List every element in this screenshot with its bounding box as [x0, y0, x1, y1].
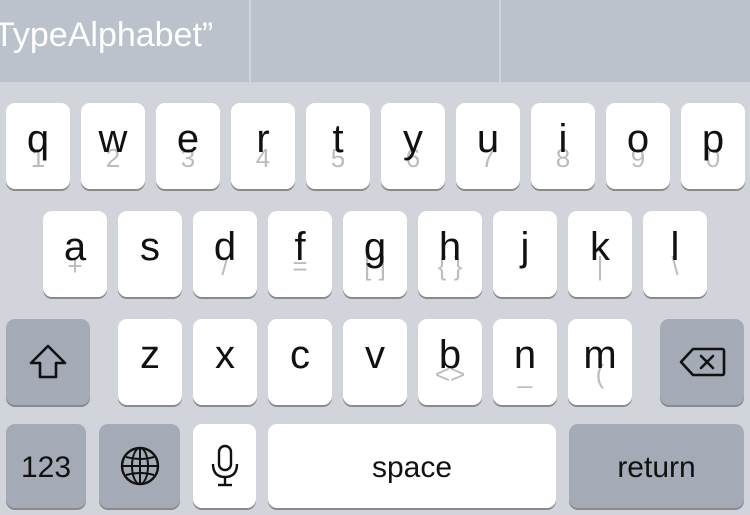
- key-d[interactable]: / d: [193, 211, 257, 297]
- key-label: p: [701, 117, 725, 161]
- shift-key[interactable]: [6, 319, 90, 405]
- space-key[interactable]: space: [268, 424, 556, 508]
- suggestion-right[interactable]: [499, 0, 750, 82]
- key-label: h: [438, 225, 462, 269]
- keyboard: 1 q 2 w 3 e 4 r 5 t 6 y 7 u 8 i 9 o 0 p …: [0, 82, 750, 515]
- return-key-label: return: [617, 451, 696, 484]
- key-label: u: [476, 117, 500, 161]
- delete-key[interactable]: [660, 319, 744, 405]
- key-label: s: [140, 225, 160, 269]
- key-b[interactable]: <> b: [418, 319, 482, 405]
- key-y[interactable]: 6 y: [381, 103, 445, 189]
- key-t[interactable]: 5 t: [306, 103, 370, 189]
- key-label: r: [256, 117, 270, 161]
- microphone-icon: [193, 424, 256, 508]
- numbers-key[interactable]: 123: [6, 424, 86, 508]
- suggestion-bar: TypeAlphabet”: [0, 0, 750, 82]
- key-label: v: [365, 333, 385, 377]
- key-k[interactable]: | k: [568, 211, 632, 297]
- globe-icon: [99, 424, 180, 508]
- numbers-key-label: 123: [20, 451, 72, 484]
- key-label: j: [520, 225, 530, 269]
- suggestion-text: TypeAlphabet”: [0, 16, 214, 54]
- key-label: f: [294, 225, 306, 269]
- key-r[interactable]: 4 r: [231, 103, 295, 189]
- key-label: n: [513, 333, 537, 377]
- globe-key[interactable]: [99, 424, 180, 508]
- key-p[interactable]: 0 p: [681, 103, 745, 189]
- key-label: w: [98, 117, 128, 161]
- key-a[interactable]: + a: [43, 211, 107, 297]
- key-label: d: [213, 225, 237, 269]
- delete-icon: [660, 319, 744, 405]
- space-key-label: space: [371, 451, 453, 484]
- dictation-key[interactable]: [193, 424, 256, 508]
- key-e[interactable]: 3 e: [156, 103, 220, 189]
- key-s[interactable]: s: [118, 211, 182, 297]
- key-label: a: [63, 225, 87, 269]
- key-x[interactable]: x: [193, 319, 257, 405]
- key-n[interactable]: _ n: [493, 319, 557, 405]
- key-label: y: [403, 117, 423, 161]
- suggestion-middle[interactable]: [248, 0, 500, 82]
- key-v[interactable]: v: [343, 319, 407, 405]
- return-key[interactable]: return: [569, 424, 744, 508]
- key-o[interactable]: 9 o: [606, 103, 670, 189]
- key-w[interactable]: 2 w: [81, 103, 145, 189]
- key-label: l: [670, 225, 680, 269]
- key-label: k: [590, 225, 610, 269]
- key-l[interactable]: \ l: [643, 211, 707, 297]
- shift-icon: [6, 319, 90, 405]
- key-label: b: [438, 333, 462, 377]
- key-label: c: [290, 333, 310, 377]
- key-label: t: [332, 117, 344, 161]
- key-label: x: [215, 333, 235, 377]
- key-label: o: [626, 117, 650, 161]
- key-label: m: [583, 333, 617, 377]
- key-label: e: [176, 117, 200, 161]
- key-label: i: [558, 117, 568, 161]
- suggestion-left[interactable]: TypeAlphabet”: [0, 0, 249, 82]
- key-c[interactable]: c: [268, 319, 332, 405]
- key-q[interactable]: 1 q: [6, 103, 70, 189]
- key-f[interactable]: = f: [268, 211, 332, 297]
- key-u[interactable]: 7 u: [456, 103, 520, 189]
- key-h[interactable]: { } h: [418, 211, 482, 297]
- key-j[interactable]: j: [493, 211, 557, 297]
- key-g[interactable]: [ ] g: [343, 211, 407, 297]
- key-label: g: [363, 225, 387, 269]
- key-z[interactable]: z: [118, 319, 182, 405]
- key-label: z: [140, 333, 160, 377]
- key-m[interactable]: ( m: [568, 319, 632, 405]
- key-i[interactable]: 8 i: [531, 103, 595, 189]
- key-label: q: [26, 117, 50, 161]
